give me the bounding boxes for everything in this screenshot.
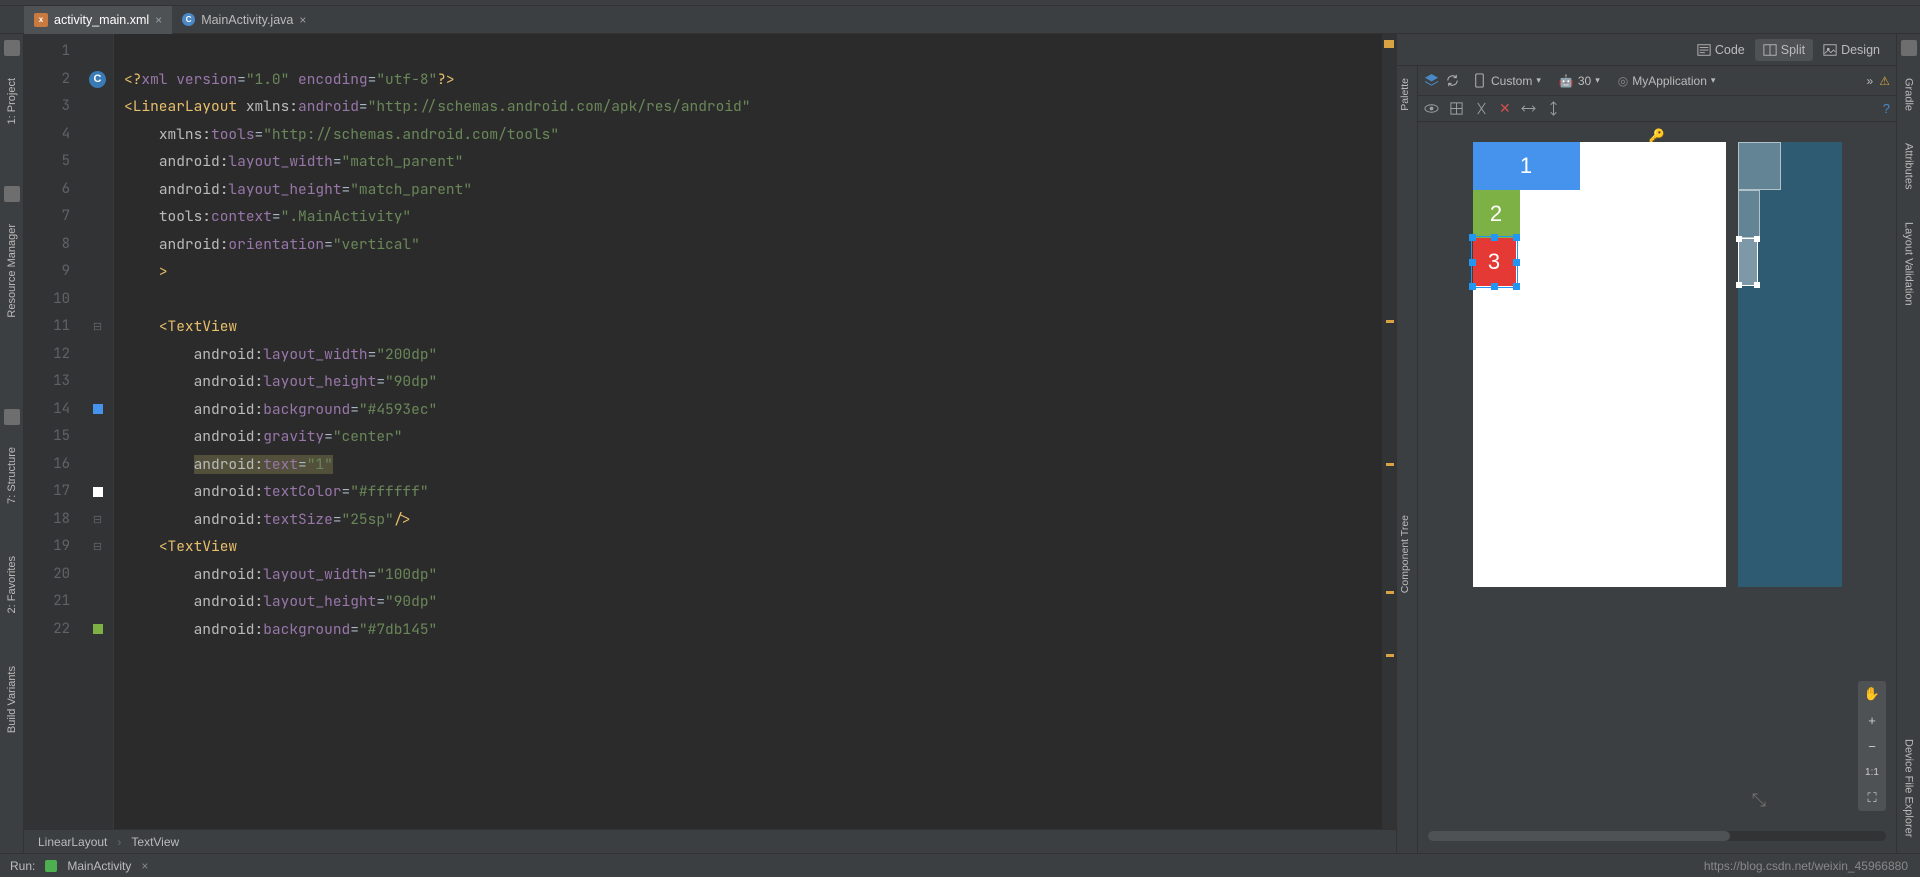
tab-mainactivity-java[interactable]: C MainActivity.java × [172, 6, 316, 34]
clear-constraints-icon[interactable]: ✕ [1499, 100, 1511, 117]
color-swatch-icon[interactable] [93, 404, 103, 414]
blueprint-view-1[interactable] [1738, 142, 1781, 190]
design-toolbar: Custom▾ 🤖30▾ ◎MyApplication▾ » ⚠ [1418, 66, 1896, 96]
sidebar-structure[interactable]: 7: Structure [4, 431, 20, 520]
more-icon[interactable]: » [1867, 74, 1874, 88]
view-mode-design[interactable]: Design [1815, 39, 1888, 61]
class-gutter-icon[interactable]: C [89, 71, 106, 88]
zoom-controls: ✋ + − 1:1 ⛶ [1858, 681, 1886, 811]
zoom-fit-button[interactable]: 1:1 [1858, 759, 1886, 785]
warning-icon[interactable]: ⚠ [1879, 74, 1890, 88]
code-content[interactable]: <?xml version="1.0" encoding="utf-8"?> <… [114, 34, 1382, 829]
device-picker[interactable]: Custom▾ [1466, 71, 1547, 90]
view-mode-code[interactable]: Code [1689, 39, 1753, 61]
right-tool-strip: Gradle Attributes Layout Validation Devi… [1896, 34, 1920, 853]
expand-horizontally-icon[interactable] [1521, 101, 1536, 116]
fold-icon[interactable]: ⊟ [93, 320, 102, 333]
blueprint-view-3-selected[interactable] [1738, 238, 1758, 286]
gutter-marks: C ⊟ ⊟ ⊟ [82, 34, 114, 829]
fold-icon[interactable]: ⊟ [93, 513, 102, 526]
zoom-actual-button[interactable]: ⛶ [1858, 785, 1886, 811]
chevron-right-icon: › [117, 835, 121, 849]
component-tree-tab[interactable]: Component Tree [1397, 503, 1413, 605]
api-picker[interactable]: 🤖30▾ [1553, 72, 1606, 90]
editor-tabs: x activity_main.xml × C MainActivity.jav… [0, 6, 1920, 34]
sidebar-build-variants[interactable]: Build Variants [4, 650, 20, 749]
palette-strip: Palette Component Tree [1397, 66, 1418, 853]
view-mode-split[interactable]: Split [1755, 39, 1813, 61]
error-stripe[interactable] [1382, 34, 1396, 829]
zoom-out-button[interactable]: − [1858, 733, 1886, 759]
sidebar-project[interactable]: 1: Project [4, 62, 20, 140]
color-swatch-icon[interactable] [93, 487, 103, 497]
close-icon[interactable]: × [155, 13, 162, 27]
sidebar-attributes[interactable]: Attributes [1901, 127, 1917, 205]
breadcrumb-item[interactable]: TextView [131, 835, 179, 849]
watermark-text: https://blog.csdn.net/weixin_45966880 [1704, 859, 1908, 873]
design-toolbar-secondary: ✕ ? [1418, 96, 1896, 122]
breadcrumb: LinearLayout › TextView [24, 829, 1396, 853]
design-surface[interactable]: 1 2 3 [1473, 142, 1726, 587]
blueprint-surface[interactable] [1738, 142, 1842, 587]
blueprint-view-2[interactable] [1738, 190, 1760, 238]
structure-icon[interactable] [4, 409, 20, 425]
left-tool-strip: 1: Project Resource Manager 7: Structure… [0, 34, 24, 853]
palette-tab[interactable]: Palette [1397, 66, 1413, 123]
grid-icon[interactable] [1449, 101, 1464, 116]
expand-vertically-icon[interactable] [1546, 101, 1561, 116]
orientation-icon[interactable] [1445, 73, 1460, 88]
zoom-in-button[interactable]: + [1858, 707, 1886, 733]
run-toolbar: Run: MainActivity × [0, 853, 1920, 877]
run-config-name[interactable]: MainActivity [67, 859, 131, 873]
gradle-icon[interactable] [1901, 40, 1917, 56]
xml-file-icon: x [34, 13, 48, 27]
folder-icon[interactable] [4, 186, 20, 202]
preview-textview-3-selected[interactable]: 3 [1473, 238, 1516, 286]
pan-icon[interactable]: ✋ [1858, 681, 1886, 707]
close-icon[interactable]: × [299, 13, 306, 27]
preview-textview-2[interactable]: 2 [1473, 190, 1520, 238]
tab-label: activity_main.xml [54, 13, 149, 27]
eye-icon[interactable] [1424, 101, 1439, 116]
code-editor[interactable]: 12345678910111213141516171819202122 C ⊟ … [24, 34, 1396, 829]
tab-label: MainActivity.java [201, 13, 293, 27]
project-icon[interactable] [4, 40, 20, 56]
theme-picker[interactable]: ◎MyApplication▾ [1612, 72, 1722, 90]
run-label: Run: [10, 859, 35, 873]
layers-icon[interactable] [1424, 73, 1439, 88]
sidebar-resource-manager[interactable]: Resource Manager [4, 208, 20, 334]
autoconnect-icon[interactable] [1474, 101, 1489, 116]
run-status-icon [45, 860, 57, 872]
color-swatch-icon[interactable] [93, 624, 103, 634]
preview-textview-1[interactable]: 1 [1473, 142, 1580, 190]
line-gutter: 12345678910111213141516171819202122 [24, 34, 82, 829]
sidebar-favorites[interactable]: 2: Favorites [4, 540, 20, 629]
resize-handle-icon[interactable]: ⤡ [1752, 790, 1766, 811]
view-mode-switcher: Code Split Design [1397, 34, 1896, 66]
sidebar-gradle[interactable]: Gradle [1901, 62, 1917, 127]
sidebar-layout-validation[interactable]: Layout Validation [1901, 206, 1917, 322]
help-icon[interactable]: ? [1883, 101, 1890, 116]
tab-activity-main[interactable]: x activity_main.xml × [24, 6, 172, 34]
fold-icon[interactable]: ⊟ [93, 540, 102, 553]
horizontal-scrollbar[interactable] [1428, 831, 1886, 841]
java-file-icon: C [182, 13, 195, 26]
sidebar-device-file-explorer[interactable]: Device File Explorer [1901, 723, 1917, 853]
breadcrumb-item[interactable]: LinearLayout [38, 835, 107, 849]
close-icon[interactable]: × [141, 859, 148, 873]
